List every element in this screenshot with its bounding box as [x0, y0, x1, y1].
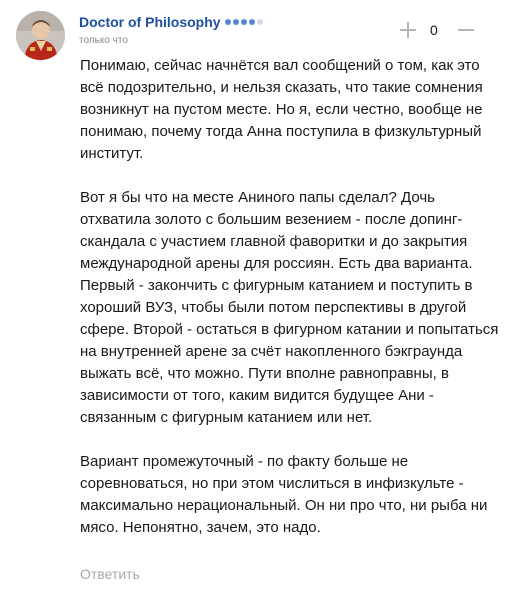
- upvote-button[interactable]: [399, 21, 417, 39]
- comment-paragraph: Вариант промежуточный - по факту больше …: [80, 453, 488, 536]
- author-rating-dots: [225, 19, 263, 25]
- comment-text: Понимаю, сейчас начнётся вал сообщений о…: [80, 55, 500, 539]
- rating-dot: [249, 19, 255, 25]
- avatar[interactable]: [16, 11, 65, 60]
- minus-icon: [458, 29, 474, 31]
- rating-dot: [233, 19, 239, 25]
- rating-dot: [225, 19, 231, 25]
- downvote-button[interactable]: [457, 21, 475, 39]
- avatar-image: [16, 11, 65, 60]
- reply-button[interactable]: Ответить: [80, 566, 140, 582]
- comment-card: Doctor of Philosophy только что 0 Понима…: [0, 0, 512, 591]
- comment-paragraph: Вот я бы что на месте Аниного папы сдела…: [80, 189, 499, 426]
- plus-icon: [400, 22, 416, 38]
- comment-time: только что: [79, 35, 128, 46]
- author-name[interactable]: Doctor of Philosophy: [79, 14, 221, 30]
- comment-paragraph: Понимаю, сейчас начнётся вал сообщений о…: [80, 57, 483, 162]
- rating-dot: [241, 19, 247, 25]
- rating-dot: [257, 19, 263, 25]
- vote-count: 0: [430, 22, 438, 38]
